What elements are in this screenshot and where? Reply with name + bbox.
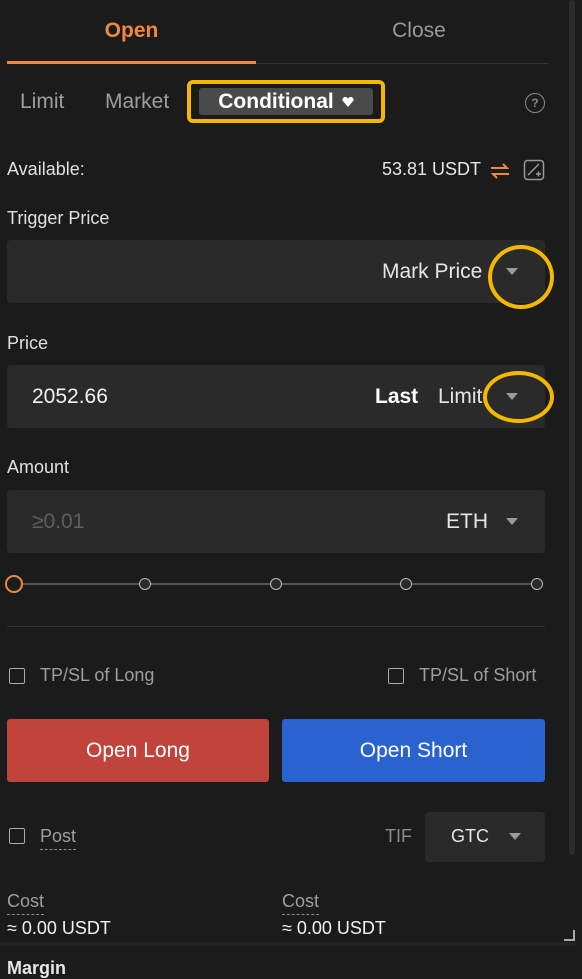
cost-short-label: Cost	[282, 891, 320, 915]
tif-dropdown-icon[interactable]	[509, 833, 521, 840]
tpsl-long-label: TP/SL of Long	[40, 665, 155, 685]
divider	[7, 626, 545, 627]
tpsl-long-checkbox[interactable]	[9, 668, 25, 684]
tab-open[interactable]: Open	[7, 0, 256, 62]
post-only-label: Post	[40, 826, 77, 850]
available-label: Available:	[7, 159, 85, 179]
tif-value: GTC	[451, 826, 489, 846]
price-value: 2052.66	[32, 385, 108, 408]
heart-dropdown-icon	[342, 96, 354, 107]
amount-label: Amount	[7, 457, 70, 477]
cost-long-label: Cost	[7, 891, 45, 915]
amount-unit-dropdown-icon[interactable]	[506, 518, 518, 525]
panel-separator	[0, 942, 575, 946]
available-value: 53.81 USDT	[382, 159, 482, 179]
tab-close[interactable]: Close	[290, 0, 548, 62]
calculator-icon[interactable]	[523, 159, 545, 181]
order-type-limit[interactable]: Limit	[20, 86, 64, 118]
slider-handle[interactable]	[5, 575, 23, 593]
order-type-market-label: Market	[105, 90, 170, 113]
open-short-label: Open Short	[359, 738, 468, 762]
price-label: Price	[7, 333, 49, 353]
order-type-conditional[interactable]: Conditional	[187, 80, 385, 123]
margin-label: Margin	[7, 958, 67, 978]
tpsl-short-label: TP/SL of Short	[419, 665, 537, 685]
amount-unit[interactable]: ETH	[446, 510, 488, 534]
order-type-limit-label: Limit	[20, 90, 65, 113]
scrollbar[interactable]	[569, 0, 575, 855]
open-long-button[interactable]: Open Long	[7, 719, 269, 782]
post-only-checkbox[interactable]	[9, 828, 25, 844]
slider-step-25[interactable]	[139, 578, 151, 590]
order-type-market[interactable]: Market	[105, 86, 169, 118]
trigger-price-label: Trigger Price	[7, 208, 110, 228]
open-short-button[interactable]: Open Short	[282, 719, 545, 782]
transfer-icon[interactable]	[489, 161, 511, 181]
highlight-ring	[488, 245, 554, 309]
slider-step-100[interactable]	[531, 578, 543, 590]
price-limit-button[interactable]: Limit	[438, 385, 488, 409]
cost-short-value: ≈ 0.00 USDT	[282, 918, 386, 938]
tpsl-short-checkbox[interactable]	[388, 668, 404, 684]
tab-divider	[256, 63, 548, 64]
amount-placeholder: ≥0.01	[32, 510, 85, 533]
active-tab-indicator	[7, 61, 256, 64]
help-icon[interactable]: ?	[525, 93, 545, 113]
highlight-ring	[483, 371, 554, 423]
trigger-type-value[interactable]: Mark Price	[382, 260, 482, 284]
slider-step-50[interactable]	[270, 578, 282, 590]
open-long-label: Open Long	[86, 738, 190, 762]
resize-handle-icon[interactable]	[562, 928, 576, 942]
cost-long-value: ≈ 0.00 USDT	[7, 918, 111, 938]
tab-open-label: Open	[104, 19, 159, 42]
tif-label: TIF	[385, 826, 412, 846]
price-last-button[interactable]: Last	[375, 385, 418, 409]
slider-step-75[interactable]	[400, 578, 412, 590]
order-type-conditional-label: Conditional	[218, 89, 334, 113]
tab-close-label: Close	[392, 19, 446, 42]
